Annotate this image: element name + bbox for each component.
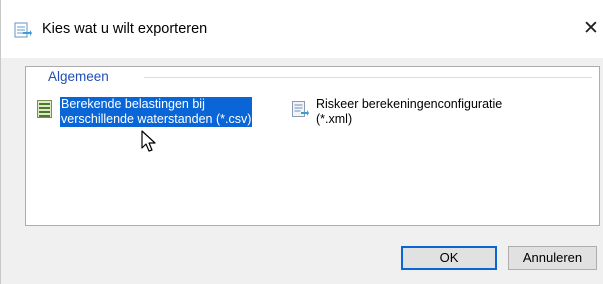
export-icon bbox=[14, 22, 32, 38]
close-button[interactable]: ✕ bbox=[583, 15, 603, 43]
export-dialog: Kies wat u wilt exporteren ✕ Algemeen Be… bbox=[0, 0, 603, 284]
group-legend: Algemeen bbox=[48, 69, 109, 84]
window-title: Kies wat u wilt exporteren bbox=[42, 21, 208, 37]
ok-button[interactable]: OK bbox=[401, 246, 497, 270]
export-option-xml-label: Riskeer berekeningenconfiguratie (*.xml) bbox=[316, 97, 503, 126]
mouse-pointer-icon bbox=[141, 130, 156, 152]
export-option-xml[interactable]: Riskeer berekeningenconfiguratie (*.xml) bbox=[292, 96, 562, 132]
cancel-button[interactable]: Annuleren bbox=[508, 246, 597, 270]
group-divider bbox=[144, 77, 592, 78]
general-group: Algemeen Berekende belastingen bij versc… bbox=[25, 66, 600, 226]
export-option-csv[interactable]: Berekende belastingen bij verschillende … bbox=[37, 96, 277, 132]
csv-export-icon bbox=[37, 100, 52, 118]
xml-export-icon bbox=[292, 101, 309, 117]
title-bar: Kies wat u wilt exporteren ✕ bbox=[1, 0, 603, 58]
export-option-csv-label: Berekende belastingen bij verschillende … bbox=[60, 97, 253, 127]
